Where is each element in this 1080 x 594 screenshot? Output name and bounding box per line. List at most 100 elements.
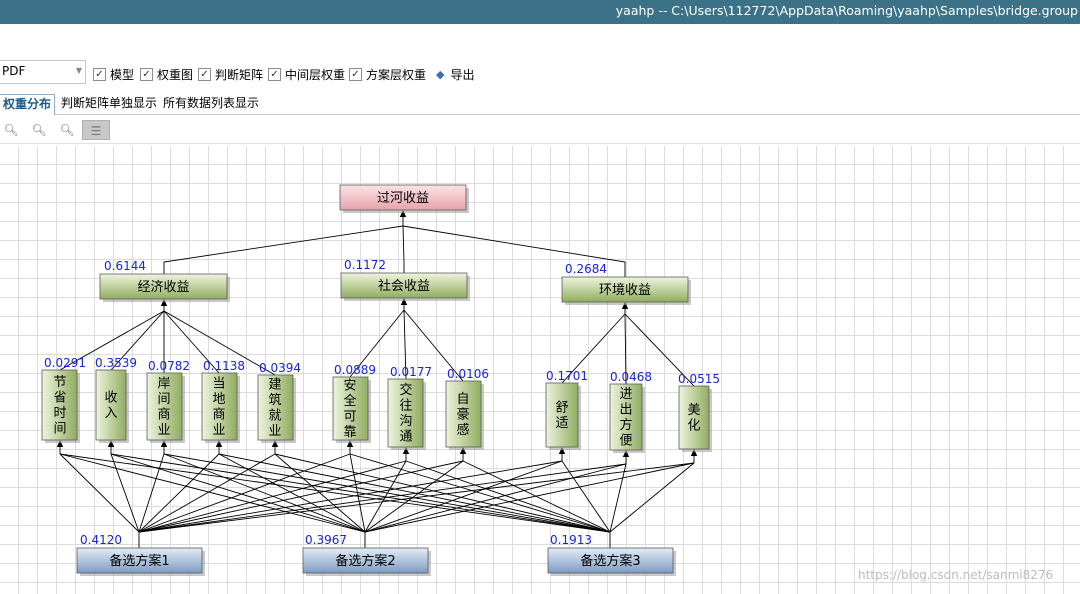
connector-line xyxy=(402,225,405,273)
checkbox-check-icon: ✓ xyxy=(140,67,153,81)
subcriterion-weight: 0.0468 xyxy=(610,370,652,384)
connector-line xyxy=(218,453,366,533)
subcriterion-label-char: 当 xyxy=(212,377,225,392)
subcriterion-label-char: 岸 xyxy=(157,377,170,392)
subcriterion-label-char: 感 xyxy=(456,422,469,438)
subcriterion-weight: 0.0889 xyxy=(334,363,376,377)
zoom-fit-icon[interactable]: 🔍︎ xyxy=(57,120,77,140)
tab-weight-distribution[interactable]: 权重分布 xyxy=(0,94,56,116)
subcriterion-weight: 0.3539 xyxy=(95,356,137,370)
checkbox-alternative-layer-weight[interactable]: ✓ 方案层权重 xyxy=(349,66,426,82)
subcriterion-label-char: 筑 xyxy=(268,392,281,408)
subcriterion-label-char: 业 xyxy=(268,424,281,439)
tab-judgment-matrix-separate[interactable]: 判断矩阵单独显示 xyxy=(61,94,157,113)
connector-line xyxy=(110,453,140,533)
criterion-weight: 0.2684 xyxy=(565,262,607,276)
criterion-label: 社会收益 xyxy=(378,278,430,294)
checkbox-middle-layer-weight[interactable]: ✓ 中间层权重 xyxy=(268,66,345,82)
subcriterion-weight: 0.0515 xyxy=(678,372,720,386)
criterion-label: 环境收益 xyxy=(599,283,651,298)
subcriterion-label-char: 适 xyxy=(555,416,568,431)
subcriterion-label-char: 省 xyxy=(53,391,66,406)
subcriterion-label-char: 出 xyxy=(619,403,632,418)
view-tabs: 权重分布 判断矩阵单独显示 所有数据列表显示 xyxy=(0,94,1080,116)
zoom-out-icon[interactable]: 🔍︎ xyxy=(29,120,49,140)
checkbox-check-icon: ✓ xyxy=(198,67,211,81)
subcriterion-label-char: 商 xyxy=(157,408,170,423)
toolbar: PDF ▼ ✓ 模型 ✓ 权重图 ✓ 判断矩阵 ✓ 中间层权重 ✓ 方案层权重 … xyxy=(0,60,1080,86)
subcriterion-label-char: 化 xyxy=(687,419,700,434)
checkbox-label: 方案层权重 xyxy=(366,67,427,82)
toolbar-divider xyxy=(0,143,1080,144)
watermark-text: https://blog.csdn.net/sanmi8276 xyxy=(858,568,1054,582)
subcriterion-label-char: 商 xyxy=(212,408,225,423)
checkbox-label: 判断矩阵 xyxy=(215,67,264,82)
goal-label: 过河收益 xyxy=(377,191,429,206)
subcriterion-weight: 0.0291 xyxy=(44,356,86,370)
connector-line xyxy=(405,460,611,533)
list-view-icon[interactable]: ☰ xyxy=(82,120,110,140)
subcriterion-label-char: 交 xyxy=(399,382,412,398)
alternative-weight: 0.3967 xyxy=(305,533,347,547)
subcriterion-label-char: 间 xyxy=(157,392,170,407)
checkbox-check-icon: ✓ xyxy=(349,67,362,81)
subcriterion-weight: 0.0106 xyxy=(447,367,489,381)
subcriterion-label-char: 舒 xyxy=(555,401,568,416)
subcriterion-label-char: 建 xyxy=(268,378,281,393)
diagram-canvas: 过河收益 经济收益 0.6144 社会收益 0.1172 环境收益 0.2684 节省时间 0.… xyxy=(0,146,1080,594)
subcriterion-weight: 0.0782 xyxy=(148,359,190,373)
subcriterion-label-char: 节 xyxy=(53,375,66,390)
tab-all-data-list[interactable]: 所有数据列表显示 xyxy=(163,94,259,113)
subcriterion-label-char: 间 xyxy=(53,422,66,437)
export-button[interactable]: ◆ 导出 xyxy=(436,66,474,83)
window-titlebar: yaahp -- C:\Users\112772\AppData\Roaming… xyxy=(0,0,1080,24)
subcriterion-label-char: 时 xyxy=(53,406,66,421)
subcriterion-label-char: 安 xyxy=(343,379,356,394)
subcriterion-weight: 0.0177 xyxy=(390,365,432,379)
subcriterion-label-char: 方 xyxy=(619,417,632,433)
checkbox-judgment-matrix[interactable]: ✓ 判断矩阵 xyxy=(198,66,263,82)
export-label: 导出 xyxy=(450,68,475,82)
subcriterion-weight: 0.0394 xyxy=(259,361,301,375)
checkbox-weight-chart[interactable]: ✓ 权重图 xyxy=(140,66,193,82)
subcriterion-weight: 0.1138 xyxy=(203,359,245,373)
subcriterion-label-char: 美 xyxy=(687,403,700,418)
subcriterion-label-char: 可 xyxy=(343,410,356,425)
subcriterion-label-char: 沟 xyxy=(399,414,412,429)
subcriterion-label-char: 便 xyxy=(619,434,632,449)
subcriterion-label-char: 业 xyxy=(157,423,170,438)
checkbox-label: 模型 xyxy=(110,67,135,82)
criterion-label: 经济收益 xyxy=(137,280,189,295)
checkbox-model[interactable]: ✓ 模型 xyxy=(93,66,134,82)
criterion-weight: 0.1172 xyxy=(344,258,386,272)
subcriterion-label-char: 自 xyxy=(456,392,469,407)
checkbox-label: 中间层权重 xyxy=(285,67,346,82)
checkbox-check-icon: ✓ xyxy=(268,67,281,81)
alternative-label: 备选方案2 xyxy=(335,553,395,569)
alternative-weight: 0.1913 xyxy=(550,533,592,547)
window-title: yaahp -- C:\Users\112772\AppData\Roaming… xyxy=(615,3,1078,18)
subcriterion-label-char: 业 xyxy=(212,423,225,438)
subcriterion-label-char: 往 xyxy=(399,399,412,414)
connector-line xyxy=(561,460,611,533)
subcriterion-label-char: 豪 xyxy=(456,406,469,422)
alternative-label: 备选方案3 xyxy=(580,553,640,569)
subcriterion-label-char: 通 xyxy=(399,430,412,445)
connector-line xyxy=(609,463,627,533)
subcriterion-label-char: 收 xyxy=(104,391,117,406)
zoom-in-icon[interactable]: 🔍︎ xyxy=(1,120,21,140)
connector-line xyxy=(59,453,140,533)
subcriterion-label-char: 就 xyxy=(268,409,281,424)
subcriterion-label-char: 进 xyxy=(619,387,632,402)
alternative-label: 备选方案1 xyxy=(109,553,169,569)
export-format-value: PDF xyxy=(2,64,26,78)
checkbox-label: 权重图 xyxy=(157,67,194,82)
connector-line xyxy=(609,462,695,533)
subcriterion-label-char: 地 xyxy=(212,392,225,407)
subcriterion-label-char: 入 xyxy=(104,406,117,421)
checkbox-check-icon: ✓ xyxy=(93,67,106,81)
subcriterion-label-char: 靠 xyxy=(343,425,356,440)
export-icon: ◆ xyxy=(436,68,445,81)
export-format-select[interactable]: PDF ▼ xyxy=(0,60,86,84)
alternative-weight: 0.4120 xyxy=(80,533,122,547)
